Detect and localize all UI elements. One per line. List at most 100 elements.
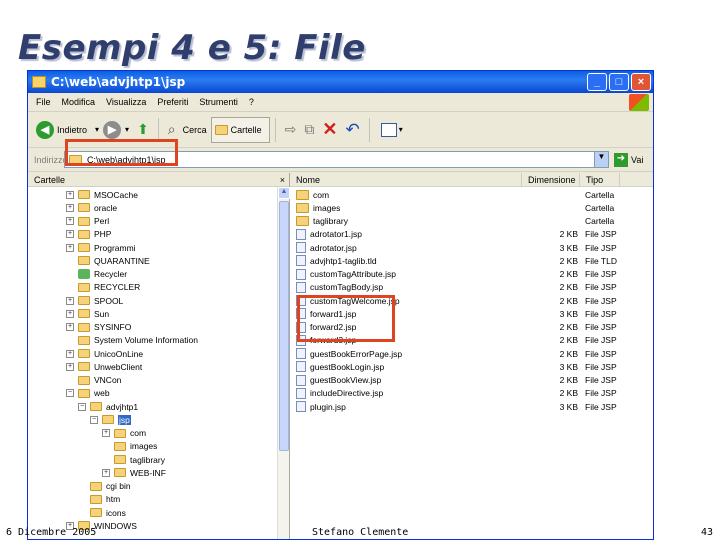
- back-button-label[interactable]: Indietro: [57, 125, 87, 135]
- tree-item-label: htm: [106, 494, 121, 505]
- scroll-thumb[interactable]: [279, 201, 289, 451]
- menu-strumenti[interactable]: Strumenti: [199, 97, 238, 107]
- file-row[interactable]: advjhtp1-taglib.tld 2 KB File TLD: [290, 254, 640, 267]
- column-header-type[interactable]: Tipo: [580, 173, 620, 186]
- expand-icon[interactable]: +: [66, 230, 74, 239]
- menu-visualizza[interactable]: Visualizza: [106, 97, 146, 107]
- tree-item[interactable]: + UnwebClient: [66, 360, 142, 373]
- tree-item[interactable]: + UnicoOnLine: [66, 347, 143, 360]
- tree-item[interactable]: − web: [66, 387, 110, 400]
- collapse-icon[interactable]: −: [90, 415, 98, 424]
- tree-item[interactable]: htm: [78, 493, 120, 506]
- chevron-down-icon[interactable]: ▼: [594, 152, 608, 167]
- maximize-button[interactable]: □: [609, 73, 629, 91]
- chevron-down-icon[interactable]: ▾: [95, 125, 99, 134]
- file-row[interactable]: com Cartella: [290, 188, 640, 201]
- folder-pane-title: Cartelle: [34, 174, 66, 185]
- scroll-up-icon[interactable]: ▲: [278, 187, 290, 199]
- tree-item-label: SPOOL: [94, 295, 124, 306]
- back-arrow-icon[interactable]: ◀: [36, 120, 54, 139]
- tree-item[interactable]: VNCon: [66, 374, 121, 387]
- menu-file[interactable]: File: [36, 97, 51, 107]
- file-type: Cartella: [585, 216, 615, 227]
- tree-item[interactable]: icons: [78, 506, 126, 519]
- tree-item[interactable]: RECYCLER: [66, 281, 140, 294]
- file-name-cell: com: [290, 189, 540, 200]
- tree-item[interactable]: + SPOOL: [66, 294, 123, 307]
- expand-icon[interactable]: +: [66, 190, 74, 199]
- collapse-icon[interactable]: −: [78, 402, 86, 411]
- minimize-button[interactable]: _: [587, 73, 607, 91]
- chevron-down-icon[interactable]: ▾: [399, 125, 403, 134]
- tree-item[interactable]: cgi bin: [78, 480, 131, 493]
- tree-item[interactable]: + Perl: [66, 215, 109, 228]
- tree-item[interactable]: − jsp: [90, 413, 131, 426]
- column-header-name[interactable]: Nome: [290, 173, 522, 186]
- expand-icon[interactable]: +: [66, 203, 74, 212]
- file-row[interactable]: adrotator.jsp 3 KB File JSP: [290, 241, 640, 254]
- file-row[interactable]: customTagBody.jsp 2 KB File JSP: [290, 281, 640, 294]
- tree-item[interactable]: images: [102, 440, 157, 453]
- expand-icon[interactable]: +: [66, 349, 74, 358]
- tree-item[interactable]: − advjhtp1: [78, 400, 138, 413]
- folder-icon: [102, 415, 114, 425]
- file-row[interactable]: includeDirective.jsp 2 KB File JSP: [290, 387, 640, 400]
- file-row[interactable]: images Cartella: [290, 201, 640, 214]
- tree-item[interactable]: + Programmi: [66, 241, 136, 254]
- tree-item[interactable]: + com: [102, 427, 146, 440]
- file-row[interactable]: guestBookLogin.jsp 3 KB File JSP: [290, 360, 640, 373]
- file-row[interactable]: customTagAttribute.jsp 2 KB File JSP: [290, 268, 640, 281]
- tree-item[interactable]: + PHP: [66, 228, 111, 241]
- expand-icon[interactable]: +: [102, 468, 110, 477]
- file-row[interactable]: taglibrary Cartella: [290, 215, 640, 228]
- folder-icon: [114, 428, 126, 438]
- copy-to-icon[interactable]: ⧉: [304, 121, 314, 138]
- menu-help[interactable]: ?: [249, 97, 254, 107]
- menu-modifica[interactable]: Modifica: [62, 97, 96, 107]
- chevron-down-icon[interactable]: ▾: [125, 125, 129, 134]
- column-header-size[interactable]: Dimensione: [522, 173, 580, 186]
- file-row[interactable]: guestBookView.jsp 2 KB File JSP: [290, 374, 640, 387]
- tree-item[interactable]: + WEB-INF: [102, 466, 166, 479]
- collapse-icon[interactable]: −: [66, 389, 74, 398]
- folder-icon: [78, 282, 90, 292]
- file-row[interactable]: plugin.jsp 3 KB File JSP: [290, 400, 640, 413]
- search-icon[interactable]: ⌕: [168, 121, 176, 138]
- file-name-cell: plugin.jsp: [290, 401, 540, 413]
- file-name: advjhtp1-taglib.tld: [310, 255, 377, 266]
- tree-item[interactable]: Recycler: [66, 268, 127, 281]
- expand-icon[interactable]: +: [66, 243, 74, 252]
- expand-icon[interactable]: +: [102, 429, 110, 438]
- tree-item[interactable]: + oracle: [66, 201, 117, 214]
- delete-icon[interactable]: ✕: [322, 119, 337, 140]
- window-titlebar[interactable]: C:\web\advjhtp1\jsp _ □ ×: [28, 71, 653, 93]
- expand-icon[interactable]: +: [66, 309, 74, 318]
- tree-item[interactable]: QUARANTINE: [66, 254, 150, 267]
- up-folder-icon[interactable]: ⬆: [137, 121, 149, 138]
- go-button[interactable]: ➜ Vai: [614, 152, 643, 167]
- folders-button[interactable]: Cartelle: [210, 116, 270, 143]
- expand-icon[interactable]: +: [66, 362, 74, 371]
- tree-item[interactable]: System Volume Information: [66, 334, 198, 347]
- expand-icon[interactable]: +: [66, 217, 74, 226]
- forward-arrow-icon[interactable]: ▶: [103, 120, 122, 139]
- close-pane-icon[interactable]: ×: [280, 175, 285, 185]
- views-icon[interactable]: [380, 122, 397, 137]
- tree-item[interactable]: + SYSINFO: [66, 321, 131, 334]
- folders-button-label: Cartelle: [230, 124, 262, 135]
- move-to-icon[interactable]: ⇨: [285, 121, 297, 138]
- tree-item[interactable]: + MSOCache: [66, 188, 138, 201]
- file-icon: [296, 401, 306, 413]
- expand-icon[interactable]: +: [66, 296, 74, 305]
- tree-scrollbar[interactable]: ▲: [277, 187, 290, 539]
- folder-icon: [78, 203, 90, 213]
- menu-preferiti[interactable]: Preferiti: [157, 97, 188, 107]
- search-button-label[interactable]: Cerca: [183, 125, 207, 135]
- close-button[interactable]: ×: [631, 73, 651, 91]
- file-row[interactable]: adrotator1.jsp 2 KB File JSP: [290, 228, 640, 241]
- expand-icon[interactable]: +: [66, 323, 74, 332]
- tree-item[interactable]: + Sun: [66, 307, 109, 320]
- tree-item[interactable]: taglibrary: [102, 453, 165, 466]
- file-row[interactable]: guestBookErrorPage.jsp 2 KB File JSP: [290, 347, 640, 360]
- undo-icon[interactable]: ↶: [346, 120, 360, 140]
